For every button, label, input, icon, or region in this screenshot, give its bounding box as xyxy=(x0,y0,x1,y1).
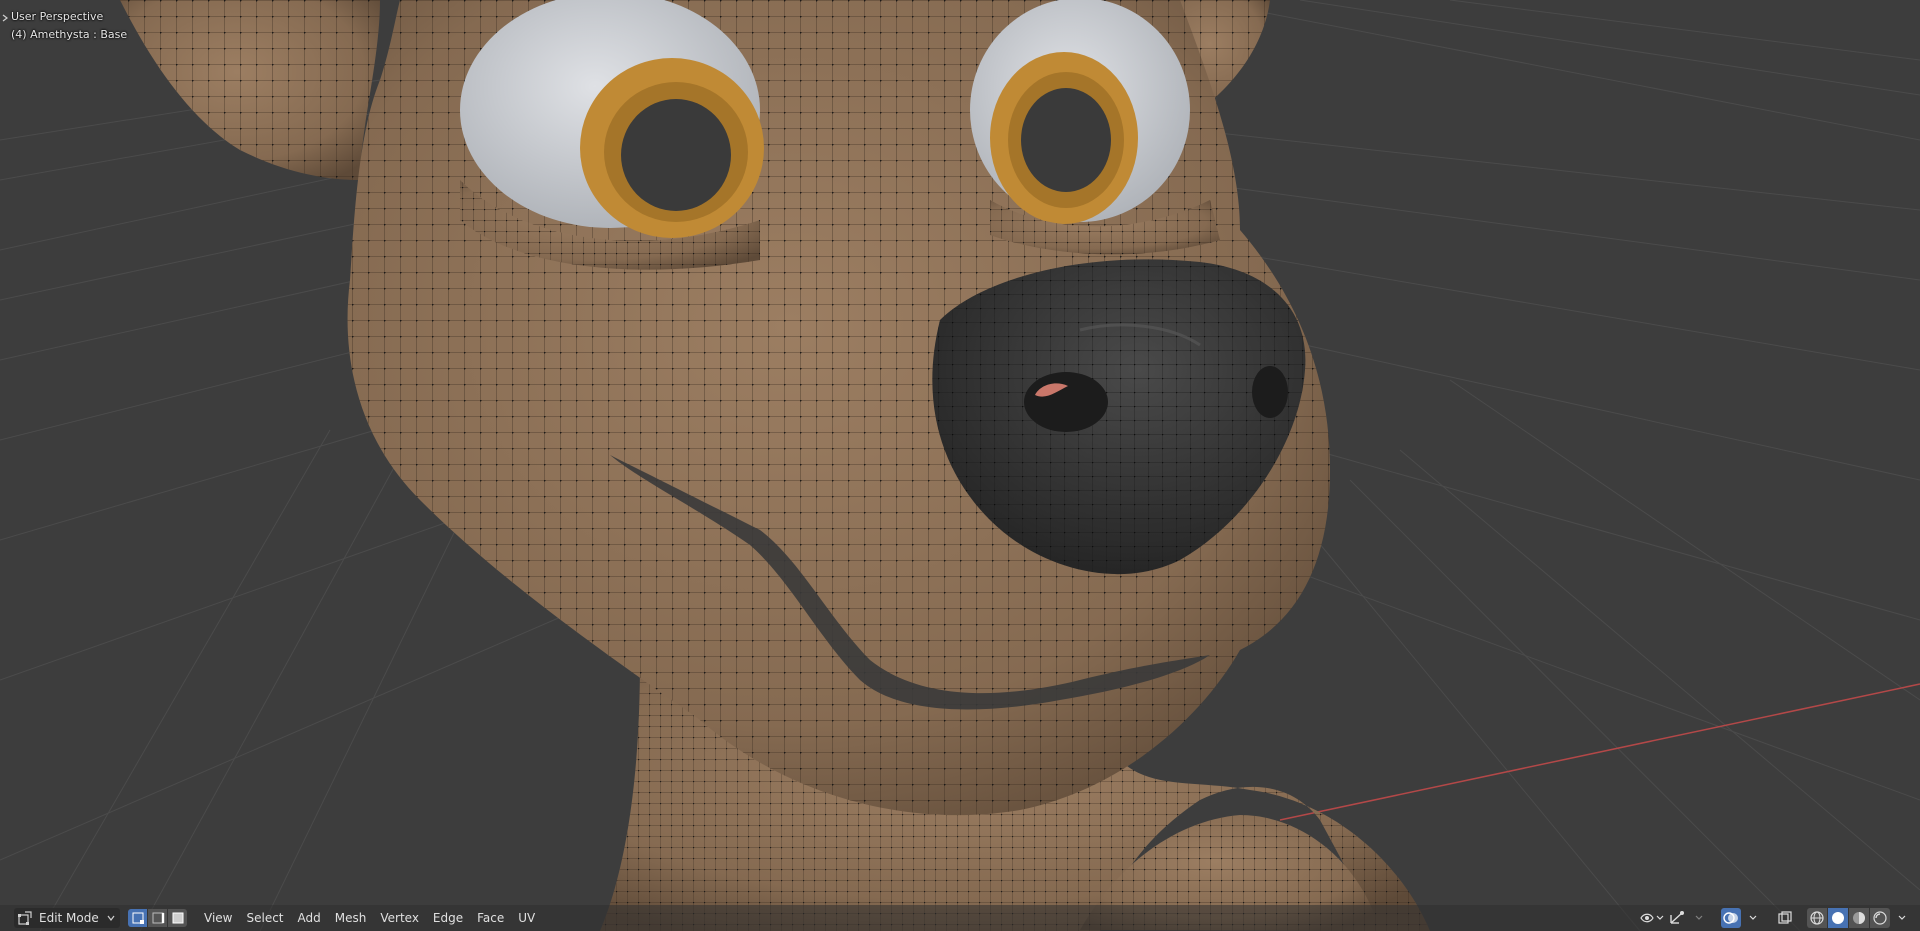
object-visibility-button[interactable] xyxy=(1639,908,1665,928)
vertex-select-icon xyxy=(132,912,144,924)
shading-mode-group xyxy=(1807,908,1890,928)
overlay-icon xyxy=(1723,912,1738,924)
vertex-select-button[interactable] xyxy=(128,909,147,927)
header-menu: View Select Add Mesh Vertex Edge Face UV xyxy=(197,905,542,931)
toolbar-expand-icon[interactable] xyxy=(2,14,8,22)
overlay-toggle-button[interactable] xyxy=(1721,908,1741,928)
view-perspective-label: User Perspective xyxy=(11,10,104,23)
3d-viewport[interactable]: User Perspective (4) Amethysta : Base xyxy=(0,0,1920,931)
edge-select-icon xyxy=(152,912,164,924)
header-right-tools xyxy=(1639,908,1912,928)
active-object-label: (4) Amethysta : Base xyxy=(11,28,128,41)
menu-face[interactable]: Face xyxy=(470,908,511,928)
rendered-shading-button[interactable] xyxy=(1870,908,1890,928)
menu-mesh[interactable]: Mesh xyxy=(328,908,374,928)
chevron-down-icon xyxy=(107,915,115,921)
rendered-shading-icon xyxy=(1873,911,1887,925)
mode-selector[interactable]: Edit Mode xyxy=(14,908,120,928)
chevron-down-icon xyxy=(1749,915,1757,920)
wireframe-shading-icon xyxy=(1810,911,1824,925)
menu-uv[interactable]: UV xyxy=(511,908,542,928)
menu-view[interactable]: View xyxy=(197,908,239,928)
chevron-down-icon xyxy=(1695,915,1703,920)
x-axis-line xyxy=(1279,683,1920,821)
material-shading-button[interactable] xyxy=(1849,908,1869,928)
select-mode-group xyxy=(128,909,187,927)
material-shading-icon xyxy=(1853,912,1865,924)
chevron-down-icon xyxy=(1898,915,1906,920)
edge-select-button[interactable] xyxy=(148,909,167,927)
overlay-dropdown[interactable] xyxy=(1743,908,1763,928)
face-select-button[interactable] xyxy=(168,909,187,927)
menu-select[interactable]: Select xyxy=(239,908,290,928)
gizmo-toggle-button[interactable] xyxy=(1667,908,1687,928)
gizmo-icon xyxy=(1670,911,1684,924)
wireframe-shading-button[interactable] xyxy=(1807,908,1827,928)
gizmo-dropdown[interactable] xyxy=(1689,908,1709,928)
xray-icon xyxy=(1778,911,1792,924)
viewport-scene[interactable] xyxy=(0,0,1920,931)
menu-add[interactable]: Add xyxy=(291,908,328,928)
solid-shading-icon xyxy=(1832,912,1844,924)
xray-toggle-button[interactable] xyxy=(1775,908,1795,928)
mode-label: Edit Mode xyxy=(39,911,99,925)
face-select-icon xyxy=(172,912,183,924)
menu-vertex[interactable]: Vertex xyxy=(373,908,426,928)
edit-mode-icon xyxy=(18,911,32,925)
solid-shading-button[interactable] xyxy=(1828,908,1848,928)
visibility-icon xyxy=(1640,913,1664,923)
shading-options-dropdown[interactable] xyxy=(1892,908,1912,928)
menu-edge[interactable]: Edge xyxy=(426,908,470,928)
viewport-header: Edit Mode View Select Add Mesh Vertex Ed… xyxy=(0,905,1920,931)
